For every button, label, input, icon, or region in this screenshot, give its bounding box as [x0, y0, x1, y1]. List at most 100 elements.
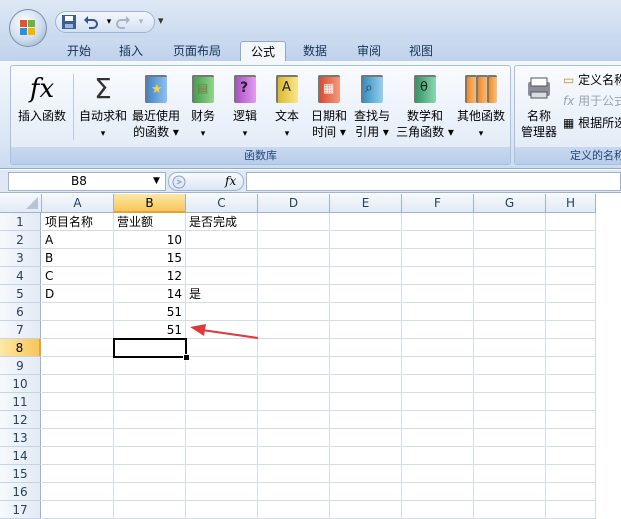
cell-f8[interactable]	[402, 339, 474, 357]
cell-c11[interactable]	[186, 393, 258, 411]
cell-d17[interactable]	[258, 501, 330, 519]
cell-h17[interactable]	[546, 501, 596, 519]
cell-c3[interactable]	[186, 249, 258, 267]
office-button[interactable]	[9, 9, 47, 47]
cell-g8[interactable]	[474, 339, 546, 357]
cell-e14[interactable]	[330, 447, 402, 465]
cell-b4[interactable]: 12	[114, 267, 186, 285]
column-header-f[interactable]: F	[402, 194, 474, 213]
cell-h7[interactable]	[546, 321, 596, 339]
cell-b16[interactable]	[114, 483, 186, 501]
row-header-13[interactable]: 13	[0, 429, 41, 447]
undo-icon[interactable]	[82, 14, 100, 30]
formula-bar-expand-icon[interactable]	[171, 174, 187, 190]
cell-h6[interactable]	[546, 303, 596, 321]
row-header-15[interactable]: 15	[0, 465, 41, 483]
cell-a3[interactable]: B	[42, 249, 114, 267]
cell-b14[interactable]	[114, 447, 186, 465]
row-header-10[interactable]: 10	[0, 375, 41, 393]
row-header-9[interactable]: 9	[0, 357, 41, 375]
cell-a12[interactable]	[42, 411, 114, 429]
cell-c15[interactable]	[186, 465, 258, 483]
cell-a2[interactable]: A	[42, 231, 114, 249]
cell-b12[interactable]	[114, 411, 186, 429]
cell-a11[interactable]	[42, 393, 114, 411]
cell-e3[interactable]	[330, 249, 402, 267]
spreadsheet-grid[interactable]: ABCDEFGH 1 2 3 4 5 6 7 8 9 10 11 12 13 14 15 16 17 项目名称营…	[0, 194, 621, 519]
cell-d10[interactable]	[258, 375, 330, 393]
row-header-8[interactable]: 8	[0, 339, 41, 357]
cell-d2[interactable]	[258, 231, 330, 249]
cell-e15[interactable]	[330, 465, 402, 483]
autosum-button[interactable]: Σ 自动求和 ▾	[77, 66, 129, 146]
row-header-17[interactable]: 17	[0, 501, 41, 519]
cell-e8[interactable]	[330, 339, 402, 357]
column-header-a[interactable]: A	[42, 194, 114, 213]
logical-button[interactable]: ? 逻辑 ▾	[225, 66, 265, 146]
column-header-g[interactable]: G	[474, 194, 546, 213]
cell-c9[interactable]	[186, 357, 258, 375]
column-header-d[interactable]: D	[258, 194, 330, 213]
text-functions-button[interactable]: A 文本 ▾	[268, 66, 306, 146]
cell-a9[interactable]	[42, 357, 114, 375]
cell-h1[interactable]	[546, 213, 596, 231]
cell-f14[interactable]	[402, 447, 474, 465]
cell-c17[interactable]	[186, 501, 258, 519]
tab-page-layout[interactable]: 页面布局	[164, 41, 230, 61]
cell-g13[interactable]	[474, 429, 546, 447]
cell-g2[interactable]	[474, 231, 546, 249]
cell-g4[interactable]	[474, 267, 546, 285]
cell-a7[interactable]	[42, 321, 114, 339]
cell-h13[interactable]	[546, 429, 596, 447]
cell-b1[interactable]: 营业额	[114, 213, 186, 231]
tab-view[interactable]: 视图	[400, 41, 442, 61]
cell-f11[interactable]	[402, 393, 474, 411]
cell-d14[interactable]	[258, 447, 330, 465]
tab-review[interactable]: 审阅	[348, 41, 390, 61]
cell-d11[interactable]	[258, 393, 330, 411]
cell-e7[interactable]	[330, 321, 402, 339]
cell-a10[interactable]	[42, 375, 114, 393]
customize-qat-icon[interactable]: ▾	[158, 12, 168, 30]
select-all-corner[interactable]	[0, 194, 42, 213]
cell-c4[interactable]	[186, 267, 258, 285]
cell-f15[interactable]	[402, 465, 474, 483]
save-icon[interactable]	[60, 14, 78, 30]
cell-f13[interactable]	[402, 429, 474, 447]
tab-home[interactable]: 开始	[58, 41, 100, 61]
cell-g12[interactable]	[474, 411, 546, 429]
cell-f2[interactable]	[402, 231, 474, 249]
cell-h5[interactable]	[546, 285, 596, 303]
cell-f3[interactable]	[402, 249, 474, 267]
fill-handle[interactable]	[183, 354, 190, 361]
datetime-button[interactable]: ▦ 日期和 时间 ▾	[308, 66, 350, 146]
name-manager-button[interactable]: 名称 管理器	[517, 66, 561, 146]
cell-e11[interactable]	[330, 393, 402, 411]
cell-a8[interactable]	[42, 339, 114, 357]
cell-f9[interactable]	[402, 357, 474, 375]
cell-g5[interactable]	[474, 285, 546, 303]
insert-function-button[interactable]: fx 插入函数	[13, 66, 71, 146]
cell-g3[interactable]	[474, 249, 546, 267]
column-header-h[interactable]: H	[546, 194, 596, 213]
lookup-reference-button[interactable]: ⌕ 查找与 引用 ▾	[350, 66, 394, 146]
formula-input[interactable]	[246, 172, 621, 191]
cell-d15[interactable]	[258, 465, 330, 483]
cell-h3[interactable]	[546, 249, 596, 267]
cell-h12[interactable]	[546, 411, 596, 429]
cell-e5[interactable]	[330, 285, 402, 303]
cell-a14[interactable]	[42, 447, 114, 465]
create-from-selection-command[interactable]: ▦ 根据所选	[563, 115, 621, 131]
cell-a1[interactable]: 项目名称	[42, 213, 114, 231]
cell-h15[interactable]	[546, 465, 596, 483]
name-box-dropdown-icon[interactable]: ▼	[153, 173, 160, 190]
column-header-b[interactable]: B	[114, 194, 186, 213]
row-header-6[interactable]: 6	[0, 303, 41, 321]
cell-e10[interactable]	[330, 375, 402, 393]
cell-g15[interactable]	[474, 465, 546, 483]
cell-f5[interactable]	[402, 285, 474, 303]
cell-f1[interactable]	[402, 213, 474, 231]
row-header-7[interactable]: 7	[0, 321, 41, 339]
cell-e9[interactable]	[330, 357, 402, 375]
cell-a13[interactable]	[42, 429, 114, 447]
